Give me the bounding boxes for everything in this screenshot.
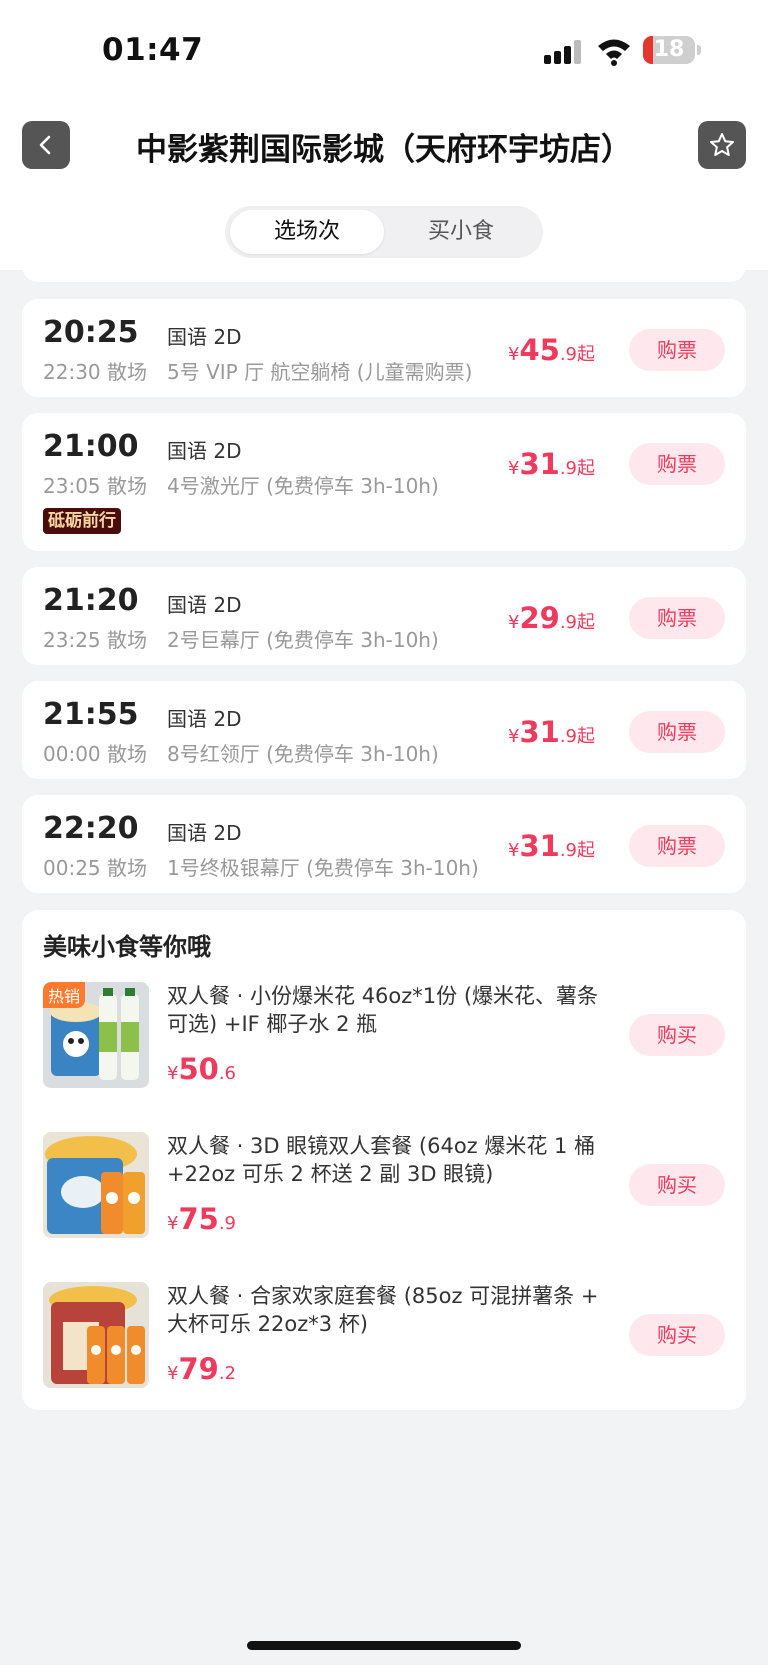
buy-ticket-button[interactable]: 购票	[629, 329, 725, 371]
snack-price: ¥79.2	[167, 1352, 236, 1386]
movie-tag: 砥砺前行	[43, 508, 121, 534]
segment-control: 选场次 买小食	[225, 206, 543, 258]
end-time: 22:30 散场	[43, 360, 147, 384]
snack-price: ¥50.6	[167, 1052, 236, 1086]
star-icon	[710, 133, 734, 156]
snack-price: ¥75.9	[167, 1202, 236, 1236]
snack-image: 热销	[43, 982, 149, 1088]
start-time: 21:00	[43, 429, 139, 464]
hall-info: 2号巨幕厅 (免费停车 3h-10h)	[167, 628, 439, 652]
wifi-icon	[598, 39, 630, 66]
language-format: 国语 2D	[167, 593, 242, 617]
language-format: 国语 2D	[167, 439, 242, 463]
buy-snack-button[interactable]: 购买	[629, 1164, 725, 1206]
home-indicator[interactable]	[247, 1641, 521, 1650]
tab-select-showtime[interactable]: 选场次	[230, 210, 384, 254]
back-button[interactable]	[22, 121, 70, 169]
end-time: 23:05 散场	[43, 474, 147, 498]
snack-image	[43, 1282, 149, 1388]
price: ¥45.9起	[508, 333, 595, 367]
buy-ticket-button[interactable]: 购票	[629, 597, 725, 639]
top-header-area: 01:47 18 中影紫荆国际影城（天府环宇坊店） 选场次 买小食	[0, 0, 768, 270]
price: ¥31.9起	[508, 829, 595, 863]
snack-image	[43, 1132, 149, 1238]
buy-ticket-button[interactable]: 购票	[629, 711, 725, 753]
favorite-button[interactable]	[698, 121, 746, 169]
snack-name: 双人餐 · 合家欢家庭套餐 (85oz 可混拼薯条 + 大杯可乐 22oz*3 …	[167, 1284, 599, 1336]
showtime-card[interactable]: 21:00 国语 2D 23:05 散场 4号激光厅 (免费停车 3h-10h)…	[22, 413, 746, 551]
end-time: 00:25 散场	[43, 856, 147, 880]
status-time: 01:47	[102, 32, 204, 68]
page-title: 中影紫荆国际影城（天府环宇坊店）	[136, 132, 632, 168]
status-bar: 01:47 18	[0, 0, 768, 100]
snack-item[interactable]: 双人餐 · 3D 眼镜双人套餐 (64oz 爆米花 1 桶 +22oz 可乐 2…	[22, 1132, 746, 1242]
snacks-section: 美味小食等你哦 热销 双人餐 · 小份爆米花 46oz*1份 (爆米花、薯条可选…	[22, 910, 746, 1410]
showtime-card[interactable]: 21:20 国语 2D 23:25 散场 2号巨幕厅 (免费停车 3h-10h)…	[22, 567, 746, 665]
showtime-card[interactable]: 20:25 国语 2D 22:30 散场 5号 VIP 厅 航空躺椅 (儿童需购…	[22, 299, 746, 397]
buy-snack-button[interactable]: 购买	[629, 1314, 725, 1356]
end-time: 23:25 散场	[43, 628, 147, 652]
start-time: 21:55	[43, 697, 139, 732]
snack-name: 双人餐 · 3D 眼镜双人套餐 (64oz 爆米花 1 桶 +22oz 可乐 2…	[167, 1134, 596, 1186]
showtime-card[interactable]: 21:55 国语 2D 00:00 散场 8号红领厅 (免费停车 3h-10h)…	[22, 681, 746, 779]
language-format: 国语 2D	[167, 821, 242, 845]
hall-info: 8号红领厅 (免费停车 3h-10h)	[167, 742, 439, 766]
tab-buy-snacks[interactable]: 买小食	[384, 210, 538, 254]
language-format: 国语 2D	[167, 707, 242, 731]
start-time: 21:20	[43, 583, 139, 618]
hall-info: 1号终极银幕厅 (免费停车 3h-10h)	[167, 856, 479, 880]
buy-snack-button[interactable]: 购买	[629, 1014, 725, 1056]
hall-info: 5号 VIP 厅 航空躺椅 (儿童需购票)	[167, 360, 473, 384]
hot-sale-badge: 热销	[43, 982, 86, 1008]
language-format: 国语 2D	[167, 325, 242, 349]
snack-item[interactable]: 双人餐 · 合家欢家庭套餐 (85oz 可混拼薯条 + 大杯可乐 22oz*3 …	[22, 1282, 746, 1392]
price: ¥31.9起	[508, 447, 595, 481]
start-time: 20:25	[43, 315, 139, 350]
previous-card-edge	[22, 262, 746, 282]
battery-icon: 18	[643, 36, 695, 64]
hall-info: 4号激光厅 (免费停车 3h-10h)	[167, 474, 439, 498]
end-time: 00:00 散场	[43, 742, 147, 766]
chevron-left-icon	[39, 135, 51, 155]
buy-ticket-button[interactable]: 购票	[629, 825, 725, 867]
snack-item[interactable]: 热销 双人餐 · 小份爆米花 46oz*1份 (爆米花、薯条可选) +IF 椰子…	[22, 982, 746, 1092]
battery-cap	[697, 45, 701, 55]
snack-name: 双人餐 · 小份爆米花 46oz*1份 (爆米花、薯条可选) +IF 椰子水 2…	[167, 984, 599, 1036]
showtime-card[interactable]: 22:20 国语 2D 00:25 散场 1号终极银幕厅 (免费停车 3h-10…	[22, 795, 746, 893]
snacks-title: 美味小食等你哦	[43, 933, 211, 961]
price: ¥29.9起	[508, 601, 595, 635]
price: ¥31.9起	[508, 715, 595, 749]
cellular-signal-icon	[544, 40, 584, 64]
buy-ticket-button[interactable]: 购票	[629, 443, 725, 485]
battery-level: 18	[653, 37, 685, 62]
start-time: 22:20	[43, 811, 139, 846]
